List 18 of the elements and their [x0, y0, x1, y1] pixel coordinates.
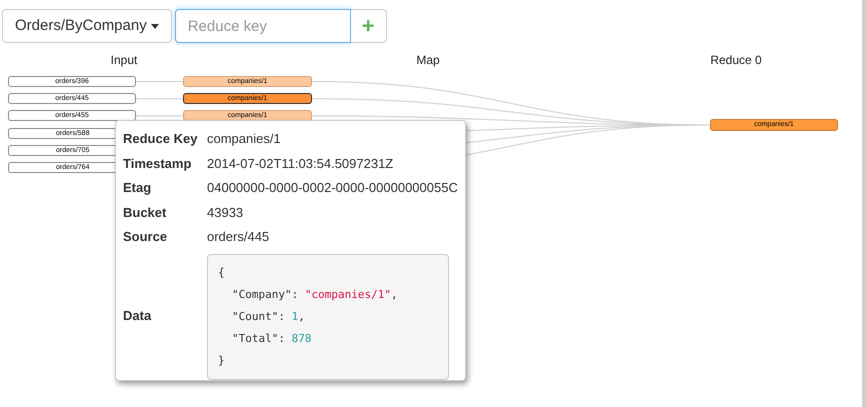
field-value: 04000000-0000-0002-0000-00000000055C: [207, 179, 458, 197]
column-heading: Map: [416, 52, 440, 69]
field-value: 2014-07-02T11:03:54.5097231Z: [207, 154, 394, 172]
column-heading: Reduce 0: [710, 52, 762, 69]
field-label: Etag: [123, 179, 152, 197]
field-label: Data: [123, 306, 152, 325]
json-code-block: { "Company": "companies/1", "Count": 1, "Total": 878 }: [207, 254, 449, 380]
field-label: Reduce Key: [123, 130, 198, 148]
field-value: orders/445: [207, 228, 270, 246]
field-label: Source: [123, 228, 168, 246]
field-label: Timestamp: [123, 154, 192, 173]
column-heading: Input: [110, 52, 138, 69]
field-value: 43933: [207, 204, 244, 222]
field-value: companies/1: [207, 130, 282, 148]
reduce-key-field[interactable]: Reduce key: [174, 9, 351, 43]
caret-icon: [150, 24, 159, 28]
field-label: Bucket: [123, 204, 168, 222]
index-dropdown[interactable]: Orders/ByCompany: [2, 9, 172, 43]
